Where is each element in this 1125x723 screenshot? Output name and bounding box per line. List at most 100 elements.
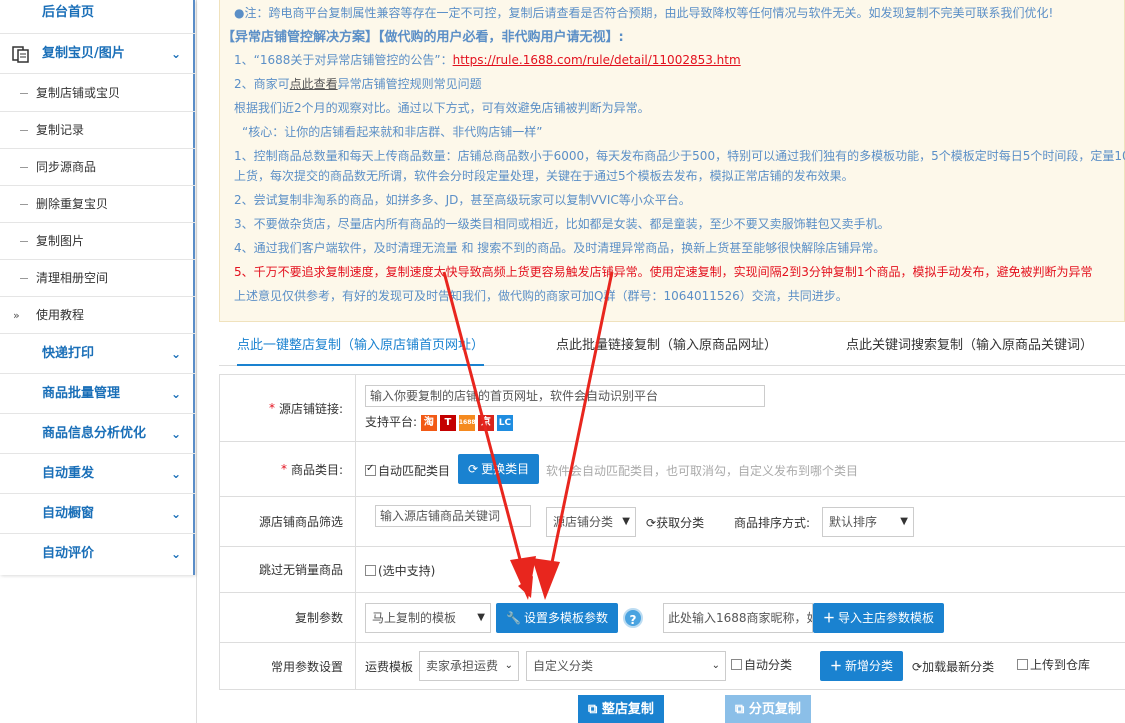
plus-icon: ＋ bbox=[830, 659, 843, 673]
load-category-button[interactable]: ⟳加载最新分类 bbox=[912, 658, 994, 675]
dash-icon bbox=[20, 278, 28, 279]
tab-whole-store[interactable]: 点此一键整店复制（输入原店铺首页网址） bbox=[237, 326, 485, 366]
fetch-category-button[interactable]: ⟳获取分类 bbox=[646, 514, 704, 531]
template-select[interactable]: 马上复制的模板 ▼ bbox=[365, 603, 491, 633]
field-label: 常用参数设置 bbox=[220, 643, 356, 689]
sidebar: 后台首页 复制宝贝/图片 ⌄ 复制店铺或宝贝 复制记录 同步源商品 删除重复宝贝… bbox=[0, 0, 197, 723]
button-label: 更换类目 bbox=[481, 462, 530, 476]
notice-line: ●注：跨电商平台复制属性兼容等存在一定不可控，复制后请查看是否符合预期，由此导致… bbox=[234, 6, 1054, 20]
freight-select[interactable]: 卖家承担运费 ⌄ bbox=[419, 651, 519, 681]
sidebar-item-clean-album[interactable]: 清理相册空间 bbox=[0, 260, 195, 297]
skip-no-sales-checkbox[interactable]: (选中支持) bbox=[365, 562, 435, 579]
select-value: 源店铺分类 bbox=[553, 515, 614, 529]
refresh-icon: ⟳ bbox=[912, 660, 923, 674]
sidebar-group-analysis[interactable]: 商品信息分析优化 ⌄ bbox=[0, 414, 195, 454]
notice-line: 上述意见仅供参考，有好的发现可及时告知我们，做代购的商家可加Q群（群号：1064… bbox=[234, 289, 848, 303]
field-label: 源店铺商品筛选 bbox=[220, 497, 356, 546]
rule-link[interactable]: https://rule.1688.com/rule/detail/110028… bbox=[453, 53, 741, 67]
store-category-select[interactable]: 源店铺分类 ▼ bbox=[546, 507, 636, 537]
chevron-down-icon: ⌄ bbox=[170, 387, 181, 401]
notice-text: 异常店铺管控规则常见问题 bbox=[337, 77, 482, 91]
button-label: 整店复制 bbox=[601, 702, 654, 717]
checkbox-label: (选中支持) bbox=[378, 564, 436, 578]
whole-store-copy-button[interactable]: ⧉ 整店复制 bbox=[578, 695, 664, 723]
caret-down-icon: ▼ bbox=[900, 516, 908, 527]
checkbox-label: 上传到仓库 bbox=[1030, 658, 1091, 672]
sidebar-group-review[interactable]: 自动评价 ⌄ bbox=[0, 534, 195, 574]
sidebar-item-delete-dup[interactable]: 删除重复宝贝 bbox=[0, 186, 195, 223]
notice-line: 3、不要做杂货店，尽量店内所有商品的一级类目相同或相近，比如都是女装、都是童装，… bbox=[234, 217, 890, 231]
label-text: 跳过无销量商品 bbox=[258, 563, 343, 577]
sidebar-item-label: 自动重发 bbox=[42, 466, 95, 481]
caret-down-icon: ▼ bbox=[622, 516, 630, 527]
chevron-down-icon: ⌄ bbox=[170, 47, 181, 61]
sidebar-item-label: 清理相册空间 bbox=[36, 271, 109, 285]
sidebar-item-label: 删除重复宝贝 bbox=[36, 197, 109, 211]
sidebar-group-express[interactable]: 快递打印 ⌄ bbox=[0, 334, 195, 374]
plus-icon: ＋ bbox=[823, 611, 836, 625]
sidebar-item-copy-records[interactable]: 复制记录 bbox=[0, 112, 195, 149]
sidebar-item-label: 同步源商品 bbox=[36, 160, 97, 174]
change-category-button[interactable]: ⟳ 更换类目 bbox=[458, 454, 540, 484]
checkbox-icon bbox=[365, 463, 376, 476]
form-row-category: *商品类目: 自动匹配类目 ⟳更换类目 软件会自动匹配类目，也可取消勾，自定义发… bbox=[220, 442, 1125, 497]
tab-batch-link[interactable]: 点此批量链接复制（输入原商品网址） bbox=[556, 326, 777, 366]
platforms-label: 支持平台: bbox=[365, 415, 418, 429]
sidebar-item-label: 快递打印 bbox=[42, 346, 95, 361]
custom-category-select[interactable]: 自定义分类 ⌄ bbox=[526, 651, 726, 681]
wrench-icon: 🔧 bbox=[506, 611, 521, 625]
sidebar-group-copy[interactable]: 复制宝贝/图片 ⌄ bbox=[0, 34, 195, 74]
sidebar-item-tutorial[interactable]: » 使用教程 bbox=[0, 297, 195, 334]
sidebar-item-copy-store[interactable]: 复制店铺或宝贝 bbox=[0, 75, 195, 112]
upload-warehouse-checkbox[interactable]: 上传到仓库 bbox=[1017, 656, 1090, 673]
tab-keyword-search[interactable]: 点此关键词搜索复制（输入原商品关键词） bbox=[846, 326, 1093, 366]
sidebar-menu: 后台首页 复制宝贝/图片 ⌄ 复制店铺或宝贝 复制记录 同步源商品 删除重复宝贝… bbox=[0, 0, 195, 575]
copy-form: * 源店铺链接: 输入你要复制的店铺的首页网址，软件会自动识别平台 支持平台: 淘… bbox=[219, 374, 1125, 690]
taobao-icon: 淘 bbox=[420, 414, 437, 431]
auto-category-checkbox[interactable]: 自动分类 bbox=[731, 656, 792, 673]
field-label: * 源店铺链接: bbox=[220, 375, 356, 441]
set-multi-template-button[interactable]: 🔧 设置多模板参数 bbox=[496, 603, 618, 633]
notice-line: “核心：让你的店铺看起来就和非店群、非代购店铺一样” bbox=[242, 125, 543, 139]
sidebar-item-label: 后台首页 bbox=[42, 5, 95, 20]
label-text: 复制参数 bbox=[294, 611, 343, 625]
tmall-icon: T bbox=[439, 414, 456, 431]
sidebar-item-sync[interactable]: 同步源商品 bbox=[0, 149, 195, 186]
sidebar-item-label: 复制宝贝/图片 bbox=[42, 46, 125, 61]
source-url-input[interactable]: 输入你要复制的店铺的首页网址，软件会自动识别平台 bbox=[365, 385, 765, 407]
field-label: 跳过无销量商品 bbox=[220, 547, 356, 592]
sidebar-group-repost[interactable]: 自动重发 ⌄ bbox=[0, 454, 195, 494]
auto-match-checkbox[interactable]: 自动匹配类目 bbox=[365, 462, 450, 479]
page-copy-button[interactable]: ⧉ 分页复制 bbox=[725, 695, 811, 723]
sidebar-item-label: 自动评价 bbox=[42, 546, 95, 561]
sidebar-item-copy-images[interactable]: 复制图片 bbox=[0, 223, 195, 260]
double-chevron-right-icon: » bbox=[13, 309, 20, 322]
category-hint: 软件会自动匹配类目，也可取消勾，自定义发布到哪个类目 bbox=[546, 464, 859, 478]
required-mark: * bbox=[280, 462, 287, 476]
button-label: 获取分类 bbox=[656, 516, 705, 530]
caret-down-icon: ⌄ bbox=[504, 660, 513, 671]
label-text: 常用参数设置 bbox=[270, 659, 343, 674]
checkbox-icon bbox=[1017, 659, 1028, 670]
checkbox-icon bbox=[731, 659, 742, 670]
button-label: 加载最新分类 bbox=[922, 660, 995, 674]
notice-text: 1、“1688关于对异常店铺管控的公告”： bbox=[234, 53, 453, 67]
notice-text: 2、商家可 bbox=[234, 77, 290, 91]
add-category-button[interactable]: ＋新增分类 bbox=[820, 651, 904, 681]
keyword-filter-input[interactable]: 输入源店铺商品关键词 bbox=[375, 505, 531, 527]
sidebar-group-window[interactable]: 自动橱窗 ⌄ bbox=[0, 494, 195, 534]
form-row-common: 常用参数设置 运费模板 卖家承担运费 ⌄ 自定义分类 ⌄ 自动分类 ＋新增分类 ⟳加… bbox=[220, 643, 1125, 689]
sidebar-group-batch[interactable]: 商品批量管理 ⌄ bbox=[0, 374, 195, 414]
notice-warning: 5、千万不要追求复制速度，复制速度太快导致高频上货更容易触发店铺异常。使用定速复… bbox=[234, 265, 1093, 279]
help-icon[interactable]: ? bbox=[623, 608, 643, 628]
chevron-down-icon: ⌄ bbox=[170, 547, 181, 561]
import-main-template-button[interactable]: ＋导入主店参数模板 bbox=[813, 603, 945, 633]
notice-panel: ●注：跨电商平台复制属性兼容等存在一定不可控，复制后请查看是否符合预期，由此导致… bbox=[219, 0, 1125, 322]
notice-line: 2、尝试复制非淘系的商品，如拼多多、JD，甚至高级玩家可以复制VVIC等小众平台… bbox=[234, 193, 691, 207]
faq-link[interactable]: 点此查看 bbox=[290, 77, 338, 91]
seller-nick-input[interactable]: 此处输入1688商家昵称，如 bbox=[663, 603, 813, 633]
jd-icon: 京 bbox=[477, 414, 494, 431]
form-row-params: 复制参数 马上复制的模板 ▼ 🔧 设置多模板参数 ? 此处输入1688商家昵称，如 … bbox=[220, 593, 1125, 643]
sort-select[interactable]: 默认排序 ▼ bbox=[822, 507, 914, 537]
sidebar-item-home[interactable]: 后台首页 bbox=[0, 0, 195, 34]
